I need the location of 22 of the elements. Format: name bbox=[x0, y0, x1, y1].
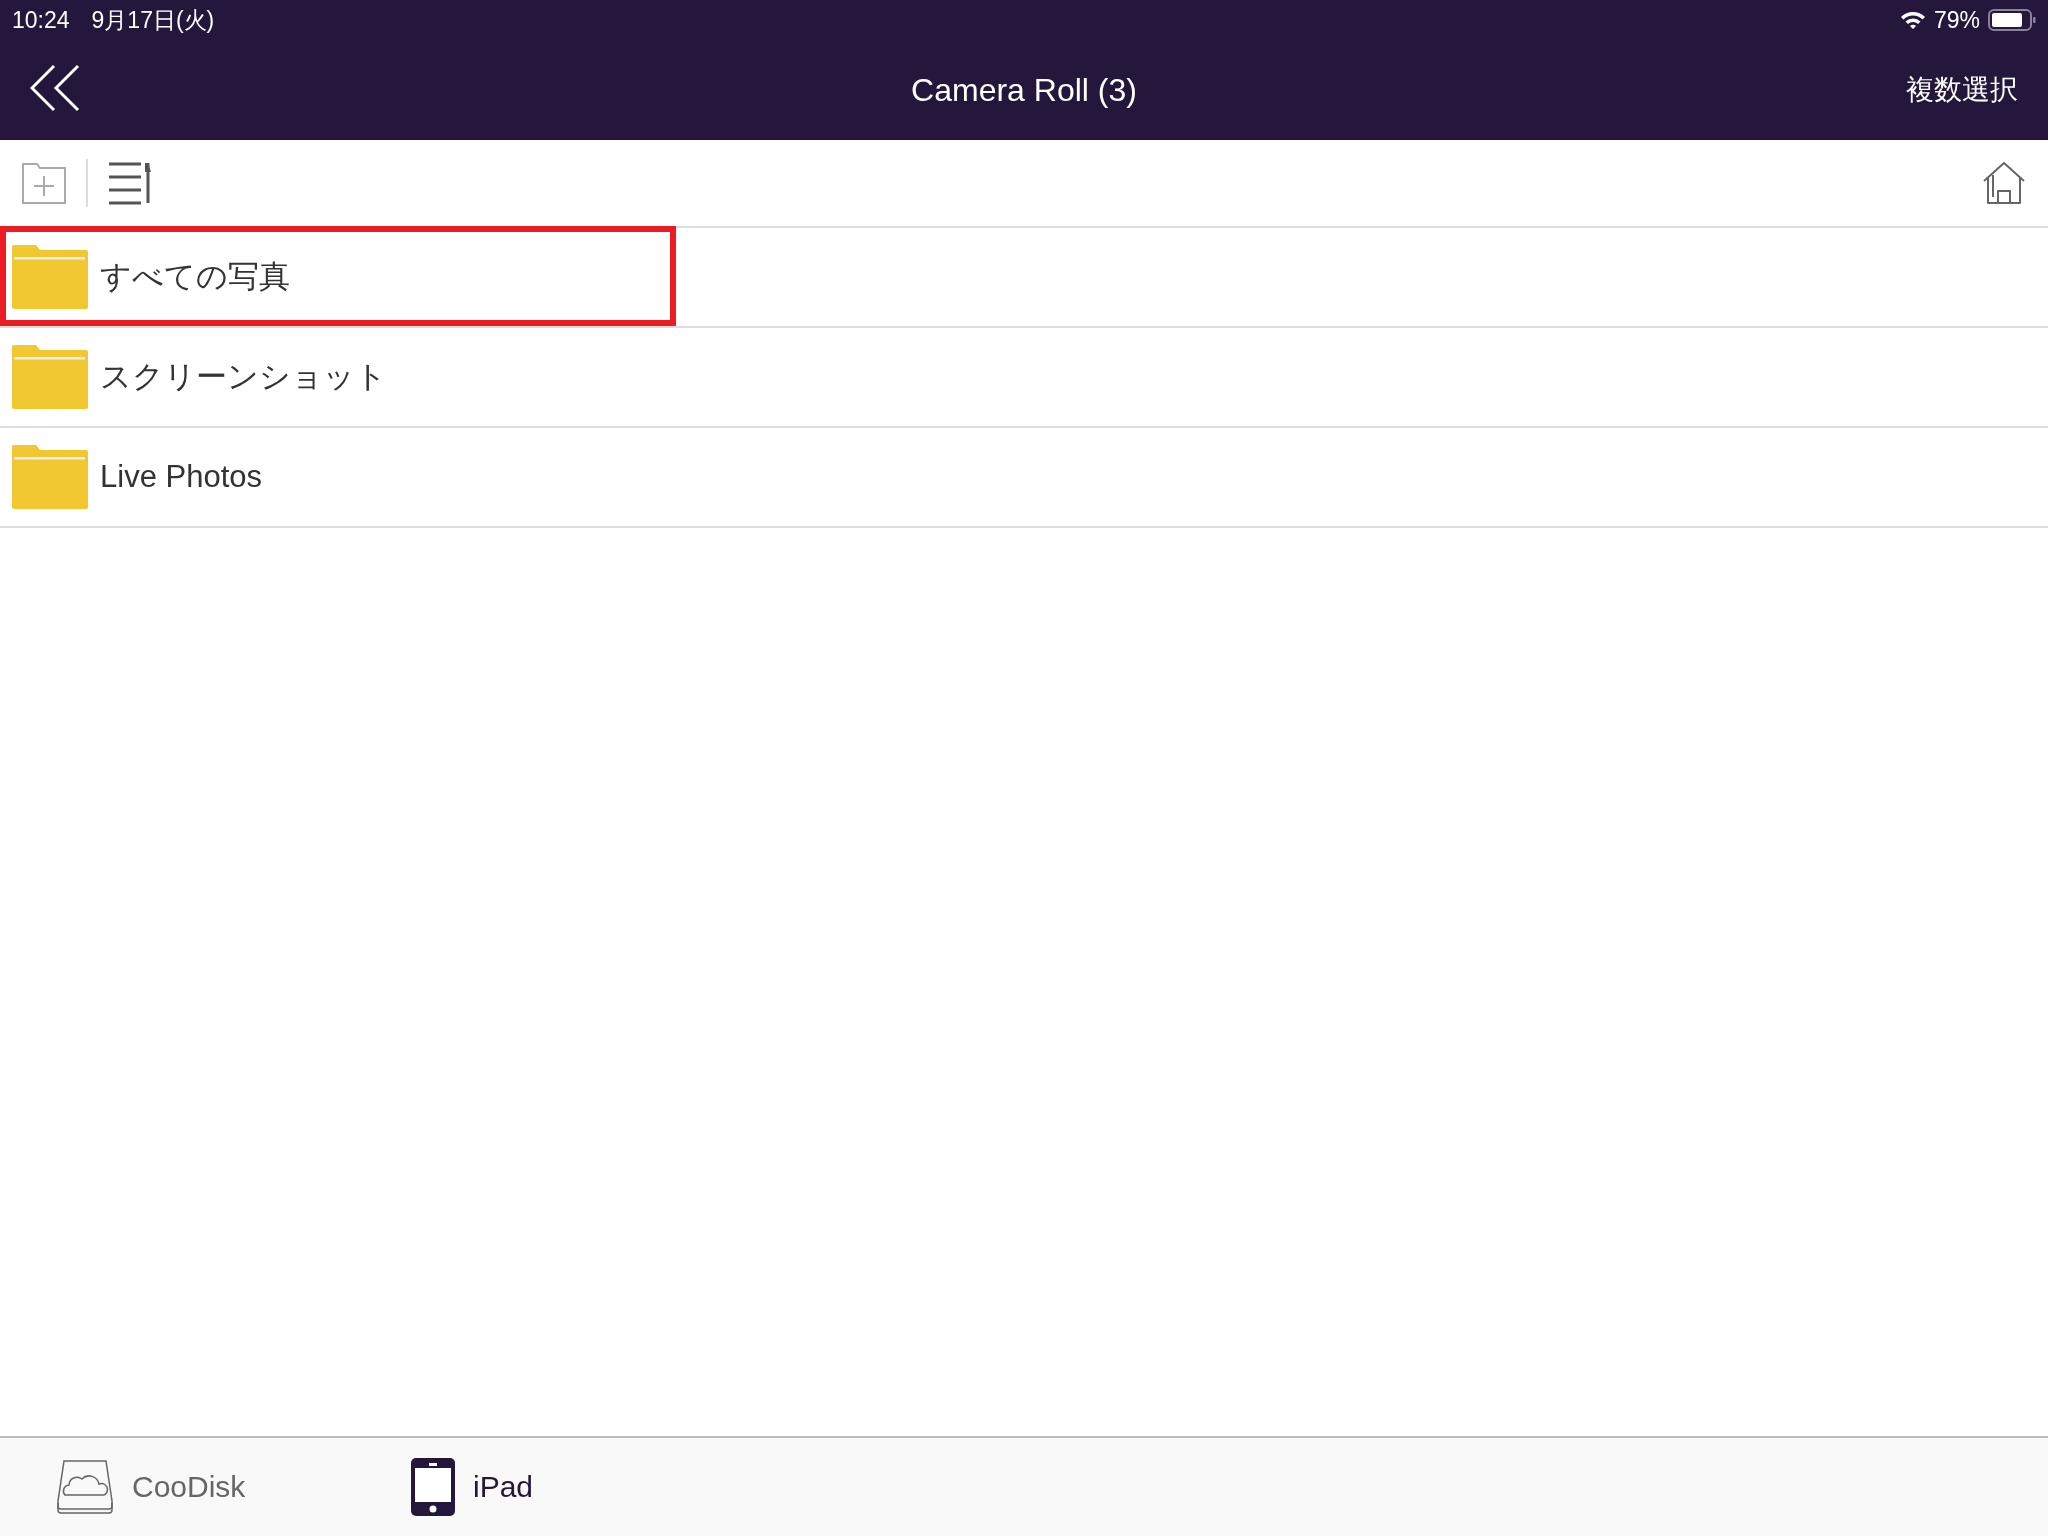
folder-icon bbox=[11, 445, 88, 509]
folder-name: すべての写真 bbox=[100, 258, 290, 296]
folder-icon bbox=[11, 245, 88, 309]
folder-icon bbox=[11, 345, 88, 409]
status-time: 10:24 bbox=[12, 6, 70, 34]
tab-item[interactable]: iPad bbox=[411, 1458, 766, 1516]
home-button[interactable] bbox=[1982, 161, 2026, 205]
status-date: 9月17日(火) bbox=[91, 5, 215, 35]
screen-title: Camera Roll (3) bbox=[911, 71, 1137, 108]
folder-name: Live Photos bbox=[100, 459, 262, 495]
folder-name: スクリーンショット bbox=[100, 358, 387, 396]
sort-list-button[interactable] bbox=[108, 161, 152, 205]
battery-percentage: 79% bbox=[1933, 6, 1980, 34]
wifi-icon bbox=[1899, 10, 1926, 30]
cloud-drive-icon bbox=[56, 1459, 114, 1515]
tablet-icon bbox=[411, 1458, 455, 1516]
folder-row[interactable]: スクリーンショット bbox=[0, 328, 2048, 428]
folder-row[interactable]: すべての写真 bbox=[0, 228, 2048, 328]
tab-item[interactable]: CooDisk bbox=[56, 1458, 411, 1516]
battery-icon bbox=[1988, 9, 2036, 31]
multi-select-button[interactable]: 複数選択 bbox=[1906, 71, 2018, 109]
folder-row[interactable]: Live Photos bbox=[0, 428, 2048, 528]
